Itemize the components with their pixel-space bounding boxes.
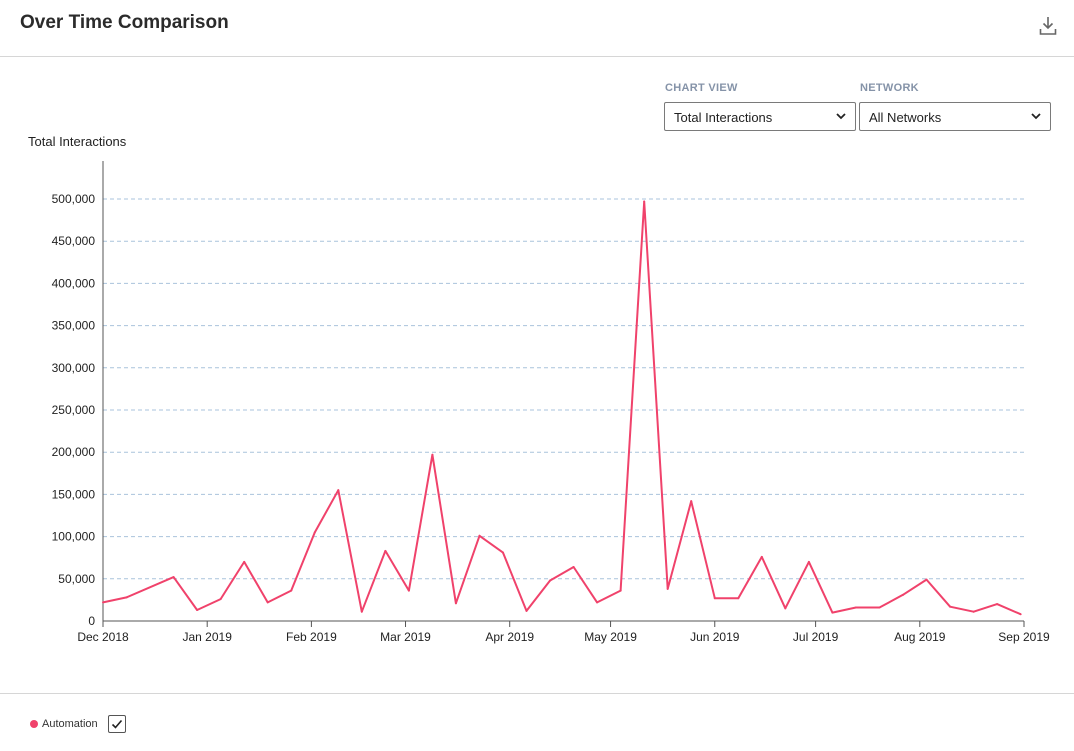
data-point bbox=[784, 607, 787, 610]
legend-label-automation: Automation bbox=[42, 718, 98, 730]
footer-divider bbox=[0, 693, 1074, 694]
x-tick-label: Jul 2019 bbox=[793, 630, 839, 644]
chevron-down-icon bbox=[836, 113, 846, 120]
data-point bbox=[102, 601, 104, 604]
x-tick-label: Feb 2019 bbox=[286, 630, 337, 644]
y-tick-label: 100,000 bbox=[52, 530, 96, 544]
data-point bbox=[196, 609, 199, 612]
data-point bbox=[125, 596, 128, 599]
y-tick-label: 0 bbox=[88, 614, 95, 628]
data-point bbox=[925, 578, 928, 581]
data-point bbox=[243, 560, 246, 563]
data-point bbox=[949, 605, 952, 608]
network-label: NETWORK bbox=[860, 82, 919, 94]
y-tick-label: 300,000 bbox=[52, 361, 96, 375]
data-point bbox=[878, 606, 881, 609]
y-tick-label: 50,000 bbox=[58, 572, 95, 586]
data-point bbox=[549, 579, 552, 582]
series-line-automation bbox=[102, 200, 1021, 616]
chart-view-label: CHART VIEW bbox=[665, 82, 738, 94]
legend-series-swatch bbox=[30, 720, 38, 728]
panel-header: Over Time Comparison bbox=[0, 0, 1074, 57]
y-tick-label: 500,000 bbox=[52, 192, 96, 206]
y-tick-label: 450,000 bbox=[52, 234, 96, 248]
data-point bbox=[384, 549, 387, 552]
data-point bbox=[901, 593, 904, 596]
data-point bbox=[643, 200, 646, 203]
chart-view-select[interactable]: Total Interactions bbox=[664, 102, 856, 131]
data-point bbox=[313, 531, 316, 534]
data-point bbox=[572, 565, 575, 568]
x-tick-label: Jan 2019 bbox=[183, 630, 233, 644]
x-tick-label: May 2019 bbox=[584, 630, 637, 644]
page-title: Over Time Comparison bbox=[20, 12, 229, 33]
data-point bbox=[972, 610, 975, 613]
data-point bbox=[478, 534, 481, 537]
chart-view-selected: Total Interactions bbox=[674, 110, 773, 125]
legend-checkbox-automation[interactable] bbox=[107, 715, 126, 733]
data-point bbox=[407, 589, 410, 592]
checkmark-icon bbox=[111, 719, 122, 729]
data-point bbox=[596, 601, 599, 604]
legend: Automation bbox=[30, 715, 126, 733]
data-point bbox=[690, 500, 693, 503]
line-chart: Total Interactions 0 50,000 100,000 150,000 2… bbox=[28, 134, 1050, 644]
y-tick-label: 200,000 bbox=[52, 445, 96, 459]
data-point bbox=[996, 603, 999, 606]
data-point bbox=[337, 489, 340, 492]
data-point bbox=[666, 587, 669, 590]
data-point bbox=[619, 589, 622, 592]
data-point bbox=[760, 555, 763, 558]
data-point bbox=[266, 601, 269, 604]
x-tick-label: Sep 2019 bbox=[998, 630, 1050, 644]
network-select[interactable]: All Networks bbox=[859, 102, 1051, 131]
y-tick-label: 400,000 bbox=[52, 276, 96, 290]
network-selected: All Networks bbox=[869, 110, 942, 125]
x-tick-label: Jun 2019 bbox=[690, 630, 740, 644]
data-point bbox=[431, 453, 434, 456]
data-point bbox=[290, 589, 293, 592]
data-point bbox=[454, 602, 457, 605]
download-icon[interactable] bbox=[1036, 14, 1060, 38]
y-tick-label: 350,000 bbox=[52, 319, 96, 333]
data-point bbox=[219, 598, 222, 601]
data-point bbox=[807, 560, 810, 563]
x-tick-label: Dec 2018 bbox=[77, 630, 129, 644]
x-tick-label: Mar 2019 bbox=[380, 630, 431, 644]
chevron-down-icon bbox=[1031, 113, 1041, 120]
x-tick-label: Aug 2019 bbox=[894, 630, 946, 644]
data-point bbox=[854, 606, 857, 609]
data-point bbox=[713, 597, 716, 600]
x-tick-label: Apr 2019 bbox=[485, 630, 534, 644]
y-tick-label: 150,000 bbox=[52, 487, 96, 501]
data-point bbox=[172, 576, 175, 579]
y-tick-label: 250,000 bbox=[52, 403, 96, 417]
data-point bbox=[1019, 613, 1022, 616]
data-point bbox=[737, 597, 740, 600]
data-point bbox=[525, 609, 528, 612]
data-point bbox=[831, 611, 834, 614]
data-point bbox=[360, 610, 363, 613]
y-axis-title: Total Interactions bbox=[28, 134, 127, 149]
data-point bbox=[501, 551, 504, 554]
